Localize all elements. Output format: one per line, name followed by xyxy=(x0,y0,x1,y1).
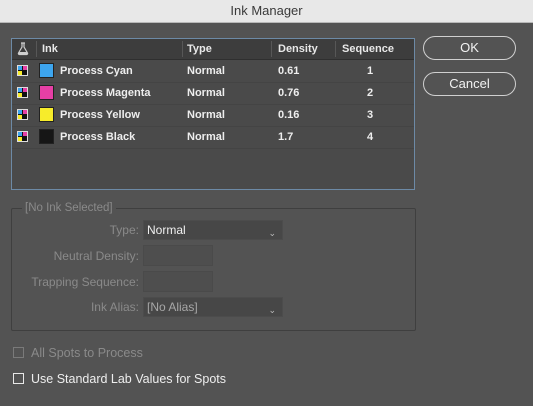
ink-sequence: 1 xyxy=(367,65,374,77)
ink-name: Process Yellow xyxy=(60,109,140,121)
neutral-density-field[interactable] xyxy=(143,245,213,266)
ink-type: Normal xyxy=(187,131,225,143)
process-ink-icon xyxy=(17,131,28,142)
process-ink-icon xyxy=(17,109,28,120)
ink-type: Normal xyxy=(187,87,225,99)
ink-swatch xyxy=(39,63,54,78)
type-select-value: Normal xyxy=(147,223,186,237)
ink-density: 0.61 xyxy=(278,65,300,77)
standard-lab-values-label: Use Standard Lab Values for Spots xyxy=(31,372,227,386)
group-title: [No Ink Selected] xyxy=(22,202,116,214)
ink-swatch xyxy=(39,85,54,100)
ink-name: Process Cyan xyxy=(60,65,133,77)
chevron-down-icon: ⌄ xyxy=(268,305,276,315)
cancel-button[interactable]: Cancel xyxy=(423,72,516,96)
process-ink-icon xyxy=(17,87,28,98)
ink-alias-value: [No Alias] xyxy=(147,300,198,314)
trapping-sequence-field[interactable] xyxy=(143,271,213,292)
neutral-density-label: Neutral Density: xyxy=(53,249,139,263)
ink-sequence: 4 xyxy=(367,131,374,143)
ink-density: 1.7 xyxy=(278,131,294,143)
table-row[interactable]: Process Magenta Normal 0.76 2 xyxy=(12,82,414,105)
ink-alias-select[interactable]: [No Alias] ⌄ xyxy=(143,297,283,317)
table-row[interactable]: Process Black Normal 1.7 4 xyxy=(12,126,414,149)
standard-lab-values-checkbox[interactable] xyxy=(13,373,24,384)
ok-button[interactable]: OK xyxy=(423,36,516,60)
column-header-ink[interactable]: Ink xyxy=(42,39,58,59)
ink-table: Ink Type Density Sequence Process Cyan N… xyxy=(11,38,415,190)
ink-density: 0.76 xyxy=(278,87,300,99)
type-select[interactable]: Normal ⌄ xyxy=(143,220,283,240)
table-header: Ink Type Density Sequence xyxy=(12,39,414,60)
ink-flask-icon xyxy=(17,42,29,56)
ink-name: Process Magenta xyxy=(60,87,151,99)
ink-sequence: 3 xyxy=(367,109,374,121)
column-header-type[interactable]: Type xyxy=(187,39,212,59)
ink-alias-label: Ink Alias: xyxy=(90,300,139,314)
trapping-sequence-label: Trapping Sequence: xyxy=(31,275,139,289)
column-header-density[interactable]: Density xyxy=(278,39,318,59)
process-ink-icon xyxy=(17,65,28,76)
table-row[interactable]: Process Cyan Normal 0.61 1 xyxy=(12,60,414,83)
type-label: Type: xyxy=(109,223,139,237)
chevron-down-icon: ⌄ xyxy=(268,228,276,238)
ink-type: Normal xyxy=(187,109,225,121)
ink-swatch xyxy=(39,129,54,144)
all-spots-to-process-checkbox[interactable] xyxy=(13,347,24,358)
ink-type: Normal xyxy=(187,65,225,77)
ink-sequence: 2 xyxy=(367,87,374,99)
ink-density: 0.16 xyxy=(278,109,300,121)
ink-name: Process Black xyxy=(60,131,136,143)
all-spots-to-process-label: All Spots to Process xyxy=(31,346,143,360)
column-header-sequence[interactable]: Sequence xyxy=(342,39,394,59)
table-row[interactable]: Process Yellow Normal 0.16 3 xyxy=(12,104,414,127)
ink-swatch xyxy=(39,107,54,122)
title-bar: Ink Manager xyxy=(0,0,533,23)
window-title: Ink Manager xyxy=(230,3,303,18)
